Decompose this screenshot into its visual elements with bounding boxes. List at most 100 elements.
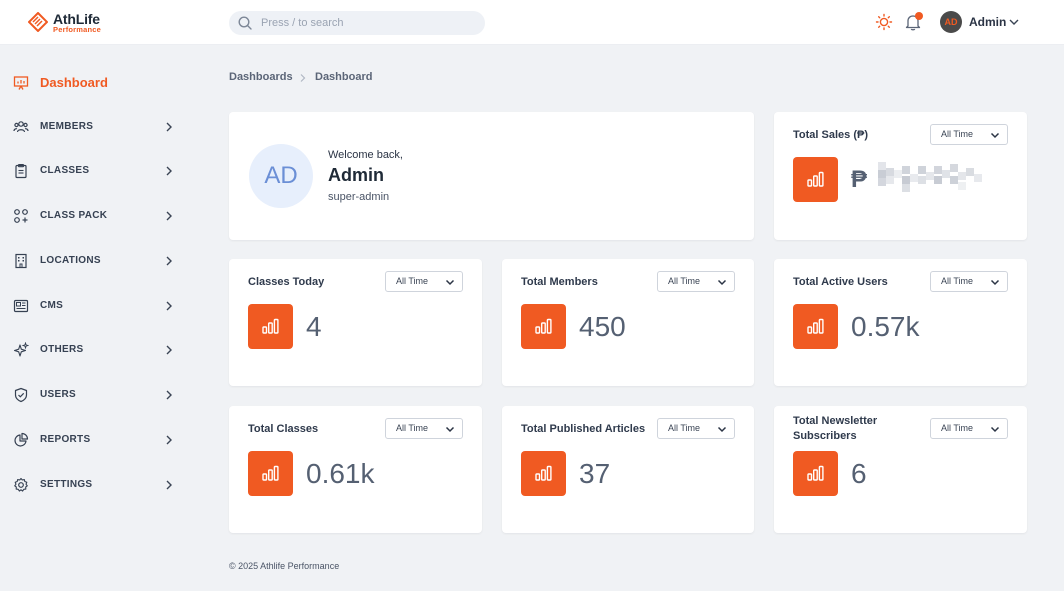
chevron-right-icon xyxy=(166,211,172,221)
stat-icon-tile xyxy=(521,451,566,496)
stat-value: 4 xyxy=(306,311,322,342)
bar-chart-icon xyxy=(535,465,552,481)
logo-mark-icon xyxy=(28,12,48,32)
brand-subtitle: Performance xyxy=(53,25,102,34)
sidebar-item-reports[interactable]: REPORTS xyxy=(13,429,178,451)
sidebar-item-members[interactable]: MEMBERS xyxy=(13,116,178,138)
stat-card-total-members: Total Members All Time 450 xyxy=(502,259,754,386)
breadcrumb-current: Dashboard xyxy=(315,71,373,83)
time-filter-select[interactable]: All Time xyxy=(657,418,735,439)
footer-copyright: © 2025 Athlife Performance xyxy=(229,561,340,571)
stat-card-total-active-users: Total Active Users All Time 0.57k xyxy=(774,259,1027,386)
stat-value: 37 xyxy=(579,458,611,489)
chevron-down-icon xyxy=(990,279,1000,286)
stat-icon-tile xyxy=(248,304,293,349)
time-filter-select[interactable]: All Time xyxy=(930,124,1008,145)
sidebar: Dashboard MEMBERS CLASSES CLASS PACK LOC… xyxy=(0,45,195,591)
search-input[interactable] xyxy=(261,15,476,31)
stat-title: Total Sales (₱) xyxy=(793,129,868,141)
time-filter-value: All Time xyxy=(941,276,974,286)
sidebar-item-label: OTHERS xyxy=(40,344,84,355)
stat-card-total-newsletter-subscribers: Total Newsletter Subscribers All Time 6 xyxy=(774,406,1027,533)
chevron-right-icon xyxy=(166,390,172,400)
redacted-value-blur xyxy=(878,162,982,192)
stat-value: 450 xyxy=(579,311,626,342)
bar-chart-icon xyxy=(535,318,552,334)
users-group-icon xyxy=(13,121,29,133)
sidebar-item-classes[interactable]: CLASSES xyxy=(13,160,178,182)
breadcrumb-root[interactable]: Dashboards xyxy=(229,71,293,83)
chevron-down-icon xyxy=(445,426,455,433)
stat-value: 0.57k xyxy=(851,311,920,342)
notifications-button[interactable] xyxy=(903,12,923,32)
sparkles-icon xyxy=(13,342,29,357)
time-filter-select[interactable]: All Time xyxy=(930,271,1008,292)
stat-title: Total Members xyxy=(521,276,598,288)
chevron-down-icon xyxy=(990,426,1000,433)
chevron-right-icon xyxy=(166,345,172,355)
sidebar-item-label: CLASSES xyxy=(40,165,90,176)
theme-toggle-sun-icon[interactable] xyxy=(875,13,893,31)
sidebar-item-dashboard[interactable]: Dashboard xyxy=(13,72,178,94)
time-filter-select[interactable]: All Time xyxy=(930,418,1008,439)
time-filter-value: All Time xyxy=(396,276,429,286)
stat-title: Total Published Articles xyxy=(521,423,646,435)
search-bar[interactable] xyxy=(229,11,485,35)
breadcrumb-separator-icon xyxy=(300,74,306,82)
building-icon xyxy=(15,253,27,269)
time-filter-value: All Time xyxy=(396,423,429,433)
stat-title: Total Classes xyxy=(248,423,319,435)
clipboard-icon xyxy=(15,163,27,179)
time-filter-value: All Time xyxy=(668,276,701,286)
user-menu[interactable]: AD Admin xyxy=(940,11,1030,33)
stat-value: 6 xyxy=(851,458,867,489)
stat-icon-tile xyxy=(793,157,838,202)
time-filter-select[interactable]: All Time xyxy=(385,418,463,439)
sidebar-item-others[interactable]: OTHERS xyxy=(13,339,178,361)
chevron-right-icon xyxy=(166,122,172,132)
time-filter-select[interactable]: All Time xyxy=(657,271,735,292)
bar-chart-icon xyxy=(807,318,824,334)
bar-chart-icon xyxy=(262,318,279,334)
chevron-down-icon xyxy=(1009,19,1019,25)
bar-chart-icon xyxy=(807,171,824,187)
sidebar-item-settings[interactable]: SETTINGS xyxy=(13,474,178,496)
stat-icon-tile xyxy=(793,304,838,349)
notification-badge xyxy=(915,12,923,20)
logo[interactable]: AthLife Performance xyxy=(28,10,118,36)
top-bar: AthLife Performance AD Admin xyxy=(0,0,1064,45)
sidebar-item-class-pack[interactable]: CLASS PACK xyxy=(13,205,178,227)
welcome-greeting: Welcome back, xyxy=(328,149,403,161)
sidebar-item-label: Dashboard xyxy=(40,75,108,90)
sidebar-item-cms[interactable]: CMS xyxy=(13,295,178,317)
stat-icon-tile xyxy=(793,451,838,496)
sidebar-item-label: REPORTS xyxy=(40,434,91,445)
welcome-card: AD Welcome back, Admin super-admin xyxy=(229,112,754,240)
chevron-down-icon xyxy=(717,426,727,433)
shield-check-icon xyxy=(14,387,28,403)
time-filter-value: All Time xyxy=(941,423,974,433)
stat-title: Classes Today xyxy=(248,276,325,288)
chevron-right-icon xyxy=(166,480,172,490)
sidebar-item-label: CLASS PACK xyxy=(40,210,108,221)
sidebar-item-label: CMS xyxy=(40,300,64,311)
sidebar-item-locations[interactable]: LOCATIONS xyxy=(13,250,178,272)
time-filter-select[interactable]: All Time xyxy=(385,271,463,292)
sidebar-item-label: USERS xyxy=(40,389,76,400)
stat-value: 0.61k xyxy=(306,458,375,489)
chevron-right-icon xyxy=(166,301,172,311)
user-name: Admin xyxy=(969,15,1007,29)
stat-card-classes-today: Classes Today All Time 4 xyxy=(229,259,482,386)
sidebar-item-users[interactable]: USERS xyxy=(13,384,178,406)
stat-card-total-sales: Total Sales (₱) All Time ₱ xyxy=(774,112,1027,240)
sidebar-item-label: MEMBERS xyxy=(40,121,94,132)
stat-card-total-published-articles: Total Published Articles All Time 37 xyxy=(502,406,754,533)
presentation-chart-icon xyxy=(13,76,29,90)
avatar: AD xyxy=(940,11,962,33)
stat-title: Total Active Users xyxy=(793,276,888,288)
squares-plus-icon xyxy=(14,209,28,223)
stat-icon-tile xyxy=(248,451,293,496)
stat-card-total-classes: Total Classes All Time 0.61k xyxy=(229,406,482,533)
time-filter-value: All Time xyxy=(941,129,974,139)
welcome-user-role: super-admin xyxy=(328,191,390,203)
